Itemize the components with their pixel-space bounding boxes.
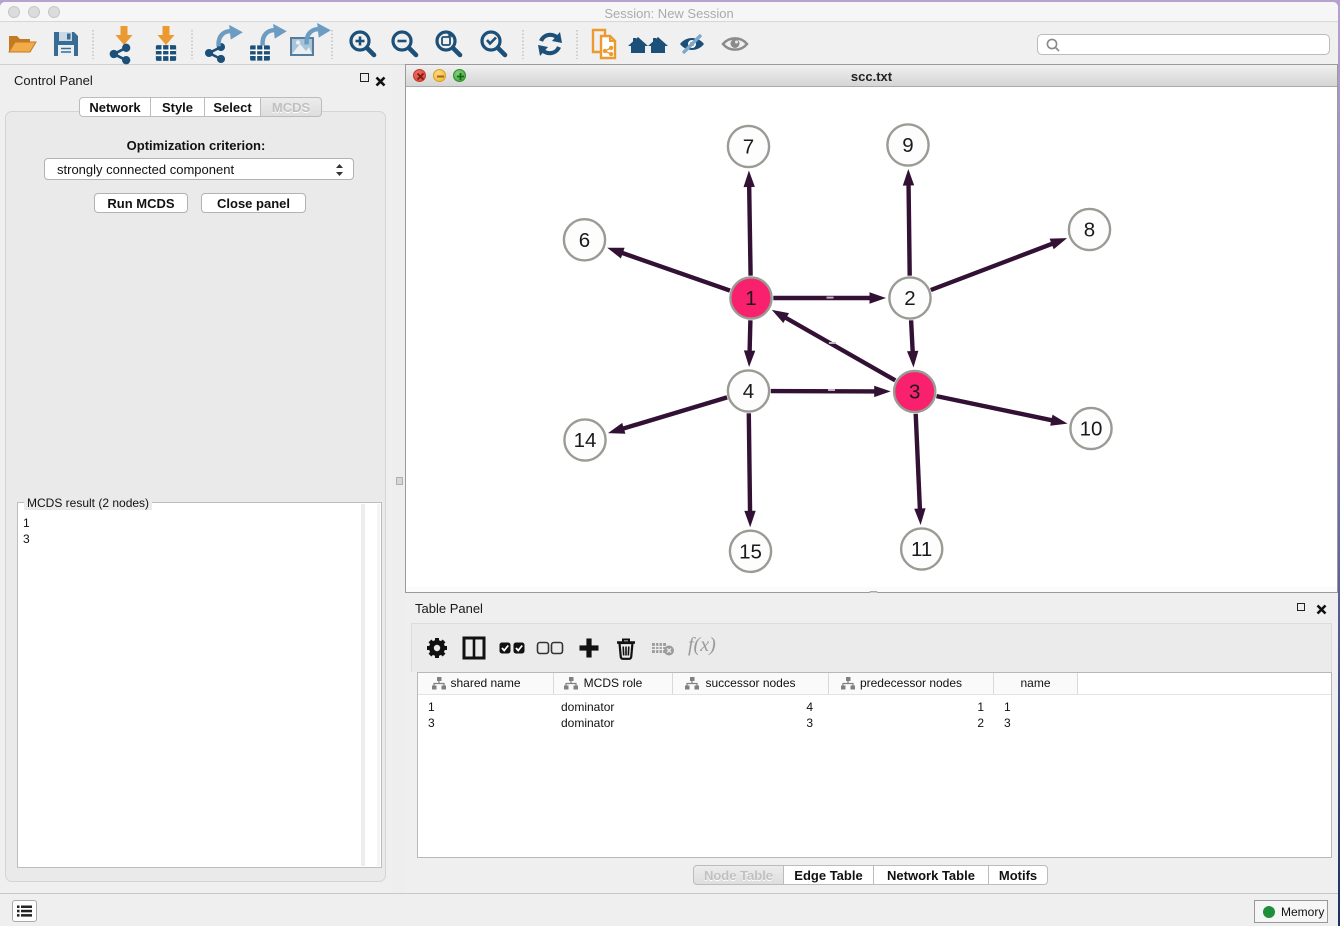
svg-text:2: 2 [904, 287, 915, 310]
svg-text:8: 8 [1084, 219, 1095, 242]
svg-text:7: 7 [743, 136, 754, 159]
svg-text:3: 3 [909, 381, 920, 404]
svg-text:15: 15 [739, 540, 762, 563]
svg-text:9: 9 [902, 134, 913, 157]
svg-text:10: 10 [1080, 418, 1103, 441]
svg-text:11: 11 [911, 538, 932, 561]
svg-text:1: 1 [745, 287, 756, 310]
svg-text:4: 4 [743, 380, 754, 403]
svg-text:14: 14 [574, 429, 597, 452]
svg-text:6: 6 [579, 229, 590, 252]
